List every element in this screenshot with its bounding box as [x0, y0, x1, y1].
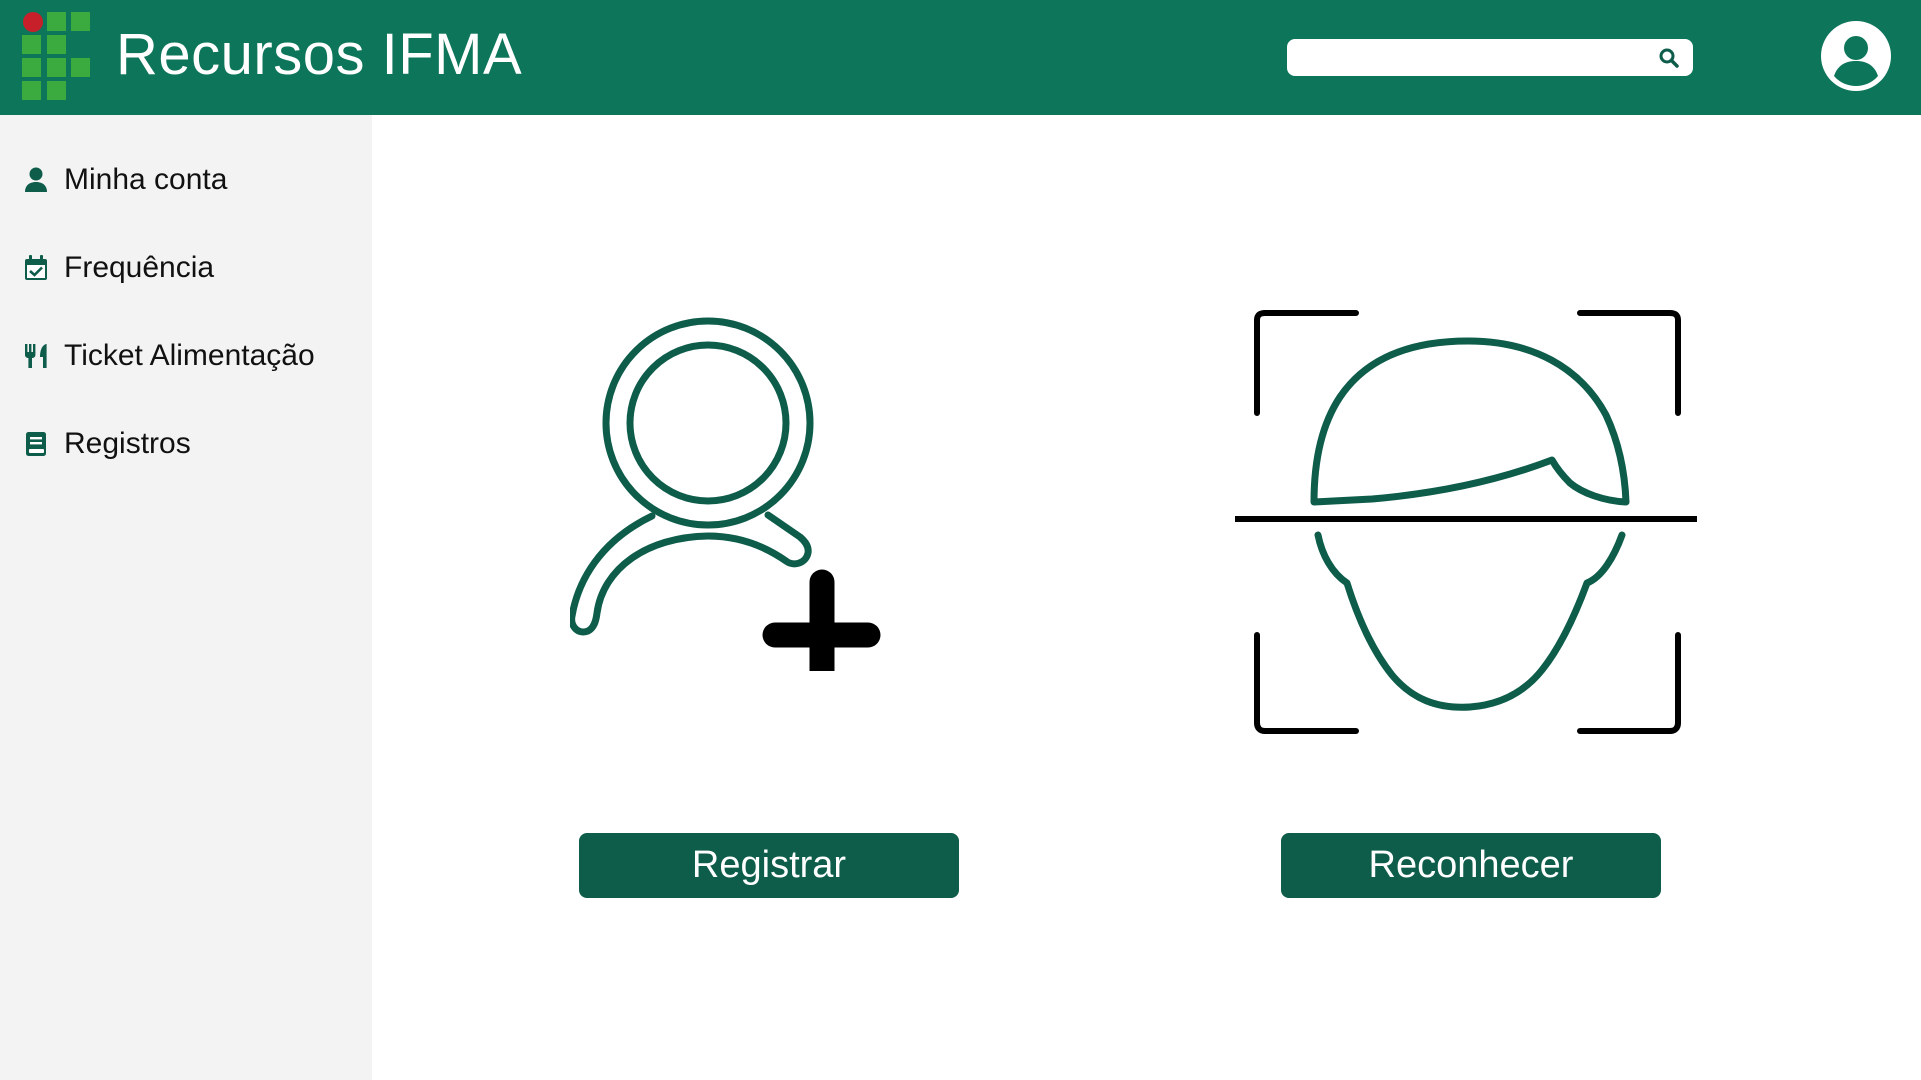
calendar-check-icon — [25, 255, 47, 280]
sidebar-item-registros[interactable]: Registros — [22, 422, 362, 466]
sidebar-item-frequencia[interactable]: Frequência — [22, 246, 362, 290]
top-bar: Recursos IFMA — [0, 0, 1921, 115]
search-bar[interactable] — [1287, 39, 1693, 76]
sidebar-item-minha-conta[interactable]: Minha conta — [22, 158, 362, 202]
user-avatar-icon[interactable] — [1820, 20, 1892, 92]
face-recognition-icon — [1235, 310, 1697, 734]
sidebar-item-label: Registros — [64, 427, 191, 460]
add-user-icon — [570, 317, 881, 671]
ifma-logo — [22, 12, 90, 100]
sidebar-item-label: Minha conta — [64, 163, 228, 196]
sidebar: Minha conta Frequência Ticket Alimentaçã… — [0, 115, 372, 1080]
sidebar-item-label: Frequência — [64, 251, 215, 284]
utensils-icon — [25, 344, 47, 368]
book-icon — [26, 432, 46, 456]
reconhecer-button[interactable]: Reconhecer — [1281, 833, 1661, 898]
main-content: Registrar Reconhecer — [372, 115, 1921, 1080]
user-icon — [25, 167, 47, 192]
registrar-button[interactable]: Registrar — [579, 833, 959, 898]
sidebar-item-ticket-alimentacao[interactable]: Ticket Alimentação — [22, 334, 362, 378]
sidebar-item-label: Ticket Alimentação — [64, 339, 315, 372]
search-icon[interactable] — [1657, 46, 1681, 70]
app-title: Recursos IFMA — [116, 22, 523, 87]
search-input[interactable] — [1299, 43, 1643, 74]
